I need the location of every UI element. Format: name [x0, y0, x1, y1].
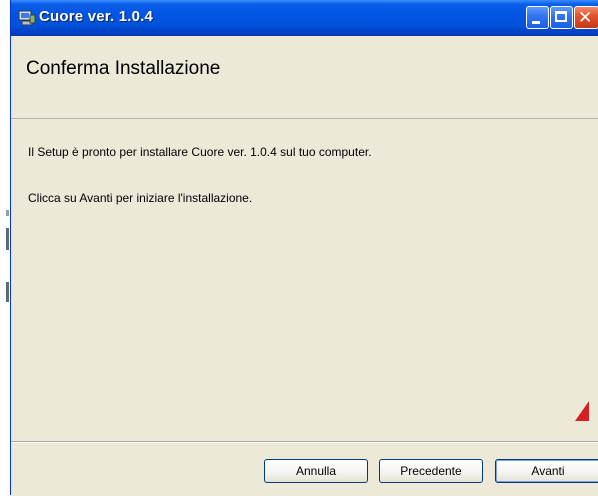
installer-window: Cuore ver. 1.0.4 ✕ Conferma Installazion…	[10, 0, 598, 496]
page-title: Conferma Installazione	[26, 58, 221, 79]
dialog-content: Il Setup è pronto per installare Cuore v…	[11, 119, 598, 441]
background-mark	[6, 282, 9, 302]
background-mark	[6, 228, 9, 250]
ready-message: Il Setup è pronto per installare Cuore v…	[28, 145, 372, 159]
next-button[interactable]: Avanti	[495, 459, 598, 483]
maximize-button[interactable]	[550, 6, 573, 29]
back-button[interactable]: Precedente	[379, 459, 483, 483]
close-icon: ✕	[578, 8, 593, 27]
installer-computer-icon	[18, 10, 36, 26]
minimize-button[interactable]	[526, 6, 549, 29]
minimize-icon	[532, 21, 540, 24]
maximize-icon	[555, 11, 567, 22]
instruction-message: Clicca su Avanti per iniziare l'installa…	[28, 191, 253, 205]
background-strip	[0, 0, 10, 495]
button-bar: Annulla Precedente Avanti	[11, 441, 598, 496]
dialog-header: Conferma Installazione	[11, 36, 598, 119]
red-arrow-marker	[575, 401, 589, 421]
window-title: Cuore ver. 1.0.4	[39, 8, 154, 25]
title-bar[interactable]: Cuore ver. 1.0.4 ✕	[11, 0, 598, 36]
background-mark	[6, 210, 9, 216]
close-button[interactable]: ✕	[574, 6, 598, 29]
cancel-button[interactable]: Annulla	[264, 459, 368, 483]
